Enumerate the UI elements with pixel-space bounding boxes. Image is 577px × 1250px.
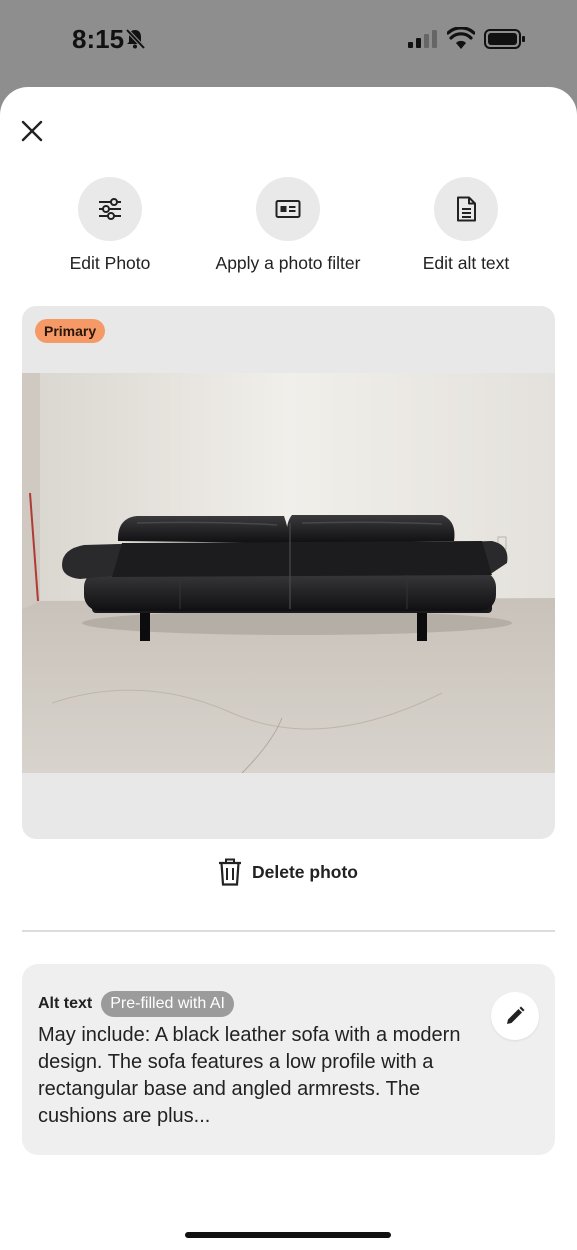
edit-alt-text-pencil-button[interactable] xyxy=(491,992,539,1040)
alt-text-title: Alt text xyxy=(38,995,93,1012)
edit-photo-label: Edit Photo xyxy=(69,253,151,273)
alt-text-body: May include: A black leather sofa with a… xyxy=(38,1024,461,1127)
status-time: 8:15 xyxy=(72,24,125,54)
close-button[interactable] xyxy=(14,113,50,149)
delete-photo-button[interactable]: Delete photo xyxy=(218,857,358,887)
ai-prefilled-badge: Pre-filled with AI xyxy=(101,991,234,1017)
status-bar: 8:15 xyxy=(0,0,577,87)
sofa-photo[interactable] xyxy=(22,373,555,773)
delete-photo-label: Delete photo xyxy=(252,861,358,882)
primary-badge: Primary xyxy=(35,319,106,343)
home-indicator xyxy=(185,1232,391,1238)
apply-filter-icon-circle xyxy=(256,177,320,241)
pencil-icon xyxy=(507,1006,525,1024)
alt-text-card: Alt text Pre-filled with AI May include:… xyxy=(22,964,555,1155)
apply-filter-label: Apply a photo filter xyxy=(215,253,361,273)
battery-icon xyxy=(484,29,525,49)
signal-icon xyxy=(408,30,437,48)
alt-text-header: Alt text Pre-filled with AI xyxy=(38,991,234,1017)
sliders-icon xyxy=(99,198,121,220)
trash-icon xyxy=(219,858,241,886)
document-icon xyxy=(457,196,476,222)
edit-alt-text-label: Edit alt text xyxy=(422,253,510,273)
edit-photo-icon-circle xyxy=(78,177,142,241)
filter-card-icon xyxy=(275,200,301,218)
divider xyxy=(22,930,555,932)
edit-alt-text-icon-circle xyxy=(434,177,498,241)
close-icon xyxy=(21,120,43,142)
photo-edit-sheet: Edit Photo Apply a photo filter Edit alt… xyxy=(0,87,577,1250)
edit-alt-text-button[interactable]: Edit alt text xyxy=(371,177,561,274)
bell-slash-icon xyxy=(125,28,146,50)
apply-filter-button[interactable]: Apply a photo filter xyxy=(193,177,383,274)
wifi-icon xyxy=(447,27,475,49)
photo-card[interactable]: Primary xyxy=(22,306,555,839)
edit-photo-button[interactable]: Edit Photo xyxy=(15,177,205,274)
